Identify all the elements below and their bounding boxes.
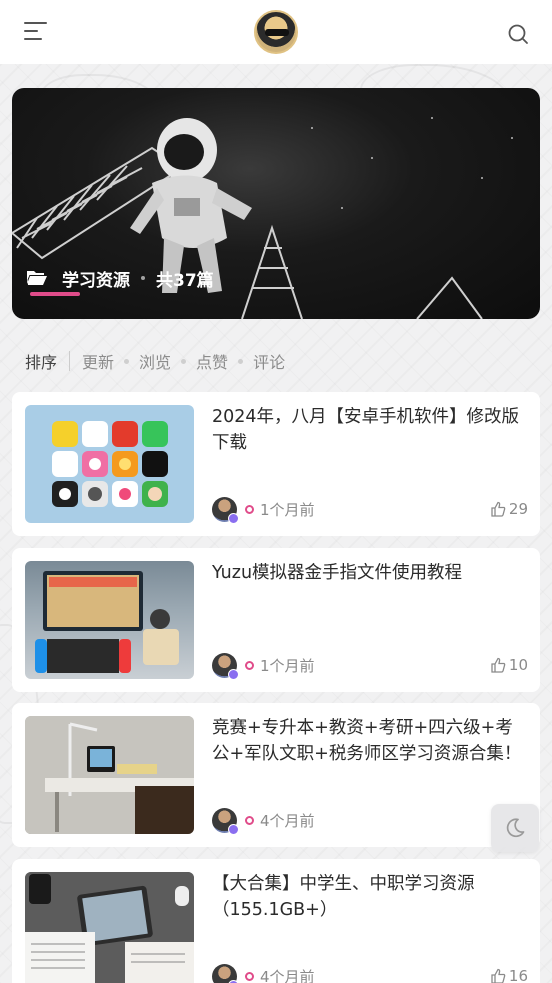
post-time: 4个月前	[260, 811, 315, 830]
moon-icon	[506, 818, 525, 838]
author-avatar[interactable]	[212, 963, 239, 983]
sort-option-updated[interactable]: 更新	[82, 349, 114, 373]
like-count-value: 16	[508, 967, 528, 983]
post-meta: 1个月前	[212, 652, 315, 680]
post-meta: 4个月前	[212, 807, 315, 835]
post-meta: 4个月前	[212, 963, 315, 983]
sort-option-comments[interactable]: 评论	[253, 349, 285, 373]
post-thumbnail[interactable]	[25, 405, 194, 523]
time-dot-icon	[245, 504, 254, 514]
like-count[interactable]: 10	[490, 652, 528, 678]
menu-icon[interactable]	[24, 22, 47, 42]
hero-caption: 学习资源 共37篇	[26, 266, 214, 291]
time-dot-icon	[245, 660, 254, 670]
post-time: 4个月前	[260, 967, 315, 983]
post-card[interactable]: 2024年，八月【安卓手机软件】修改版 下载 1个月前 29	[12, 392, 540, 536]
post-title[interactable]: Yuzu模拟器金手指文件使用教程	[212, 560, 530, 586]
post-card[interactable]: 竞赛+专升本+教资+考研+四六级+考公+军队文职+税务师区学习资源合集！ 4个月…	[12, 703, 540, 847]
post-card[interactable]: Yuzu模拟器金手指文件使用教程 1个月前 10	[12, 548, 540, 692]
sort-option-likes[interactable]: 点赞	[196, 349, 228, 373]
sort-option-views[interactable]: 浏览	[139, 349, 171, 373]
post-title[interactable]: 【大合集】中学生、中职学习资源（155.1GB+）	[212, 871, 530, 923]
like-count[interactable]: 16	[490, 963, 528, 983]
app-icons-image	[52, 421, 168, 507]
post-count: 共37篇	[156, 270, 214, 291]
like-count-value: 10	[508, 656, 528, 674]
verified-badge-icon	[228, 979, 239, 983]
verified-badge-icon	[228, 668, 239, 680]
category-name: 学习资源	[62, 270, 130, 291]
theme-toggle-button[interactable]	[491, 804, 539, 852]
tablet-notes-image	[25, 872, 194, 983]
separator-dot	[181, 358, 187, 364]
post-thumbnail[interactable]	[25, 872, 194, 983]
time-dot-icon	[245, 971, 254, 981]
avatar[interactable]	[254, 10, 298, 54]
search-icon[interactable]	[507, 23, 529, 45]
sort-divider	[69, 351, 71, 371]
post-time: 1个月前	[260, 500, 315, 519]
thumbs-up-icon	[491, 968, 506, 983]
author-avatar[interactable]	[212, 807, 239, 835]
post-title[interactable]: 2024年，八月【安卓手机软件】修改版 下载	[212, 404, 530, 456]
separator-dot	[238, 358, 244, 364]
post-time: 1个月前	[260, 656, 315, 675]
time-dot-icon	[245, 815, 254, 825]
sort-bar: 排序 更新 浏览 点赞 评论	[0, 340, 552, 382]
post-thumbnail[interactable]	[25, 716, 194, 834]
separator-dot	[141, 276, 145, 280]
separator-dot	[124, 358, 130, 364]
top-bar	[0, 0, 552, 64]
switch-console-image	[35, 571, 179, 673]
verified-badge-icon	[228, 512, 239, 524]
author-avatar[interactable]	[212, 496, 239, 524]
post-meta: 1个月前	[212, 496, 315, 524]
author-avatar[interactable]	[212, 652, 239, 680]
desk-setup-image	[25, 716, 194, 834]
post-card[interactable]: 【大合集】中学生、中职学习资源（155.1GB+） 4个月前 16	[12, 859, 540, 983]
folder-open-icon	[27, 271, 47, 285]
post-thumbnail[interactable]	[25, 561, 194, 679]
hero-accent-underline	[30, 292, 80, 296]
post-title[interactable]: 竞赛+专升本+教资+考研+四六级+考公+军队文职+税务师区学习资源合集！	[212, 715, 530, 767]
sort-label: 排序	[25, 353, 58, 372]
thumbs-up-icon	[491, 501, 506, 517]
verified-badge-icon	[228, 823, 239, 835]
like-count-value: 29	[508, 500, 528, 518]
thumbs-up-icon	[491, 657, 506, 673]
like-count[interactable]: 29	[490, 496, 528, 522]
